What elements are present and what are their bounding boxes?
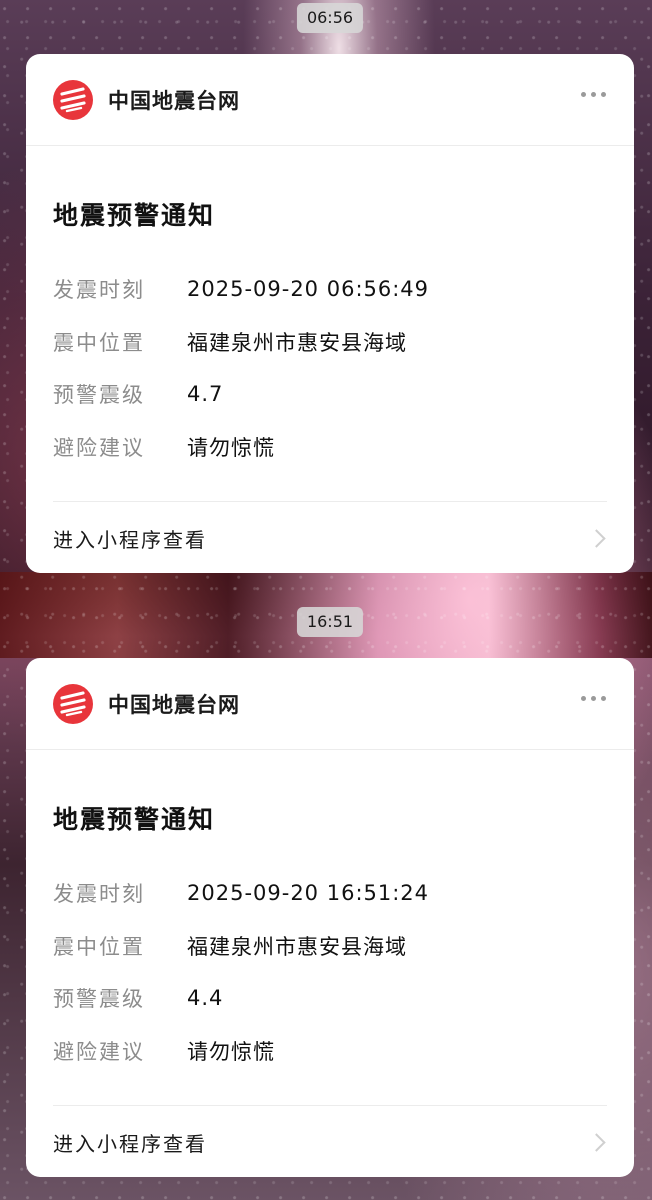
detail-row-location: 震中位置 福建泉州市惠安县海域	[53, 920, 607, 973]
card-header: 中国地震台网	[26, 54, 634, 146]
card-header: 中国地震台网	[26, 658, 634, 750]
detail-row-time: 发震时刻 2025-09-20 16:51:24	[53, 867, 607, 920]
org-name[interactable]: 中国地震台网	[108, 689, 240, 719]
open-mini-program-link[interactable]: 进入小程序查看	[53, 1106, 607, 1177]
detail-label: 避险建议	[53, 435, 145, 460]
detail-value: 2025-09-20 06:56:49	[187, 277, 430, 302]
message-timestamp: 06:56	[296, 3, 364, 33]
detail-row-magnitude: 预警震级 4.7	[53, 368, 607, 421]
chevron-right-icon	[587, 1132, 606, 1152]
detail-row-magnitude: 预警震级 4.4	[53, 972, 607, 1025]
detail-label: 避险建议	[53, 1039, 145, 1064]
footer-label: 进入小程序查看	[53, 1131, 207, 1156]
detail-value: 4.7	[187, 382, 224, 407]
seismic-logo-icon[interactable]	[53, 683, 93, 724]
service-message-card[interactable]: 中国地震台网 地震预警通知 发震时刻 2025-09-20 16:51:24 震…	[26, 658, 634, 1177]
detail-list: 发震时刻 2025-09-20 16:51:24 震中位置 福建泉州市惠安县海域…	[53, 867, 607, 1077]
detail-value: 福建泉州市惠安县海域	[187, 934, 407, 959]
open-mini-program-link[interactable]: 进入小程序查看	[53, 502, 607, 573]
card-body: 地震预警通知 发震时刻 2025-09-20 06:56:49 震中位置 福建泉…	[26, 198, 634, 573]
detail-label: 发震时刻	[53, 882, 145, 907]
more-dots-icon[interactable]	[581, 92, 606, 97]
seismic-logo-icon[interactable]	[53, 79, 93, 120]
detail-row-advice: 避险建议 请勿惊慌	[53, 421, 607, 474]
detail-value: 福建泉州市惠安县海域	[187, 330, 407, 355]
detail-row-time: 发震时刻 2025-09-20 06:56:49	[53, 263, 607, 316]
org-name[interactable]: 中国地震台网	[108, 85, 240, 115]
detail-row-advice: 避险建议 请勿惊慌	[53, 1025, 607, 1078]
detail-value: 4.4	[187, 986, 224, 1011]
chevron-right-icon	[587, 528, 606, 548]
detail-label: 震中位置	[53, 330, 145, 355]
detail-label: 震中位置	[53, 934, 145, 959]
detail-value: 2025-09-20 16:51:24	[187, 881, 430, 906]
detail-label: 预警震级	[53, 383, 145, 408]
detail-row-location: 震中位置 福建泉州市惠安县海域	[53, 316, 607, 369]
detail-list: 发震时刻 2025-09-20 06:56:49 震中位置 福建泉州市惠安县海域…	[53, 263, 607, 473]
notice-title: 地震预警通知	[53, 201, 216, 230]
card-body: 地震预警通知 发震时刻 2025-09-20 16:51:24 震中位置 福建泉…	[26, 802, 634, 1177]
message-timestamp: 16:51	[296, 607, 364, 637]
footer-label: 进入小程序查看	[53, 527, 207, 552]
detail-label: 预警震级	[53, 987, 145, 1012]
notice-title: 地震预警通知	[53, 805, 216, 834]
detail-value: 请勿惊慌	[187, 435, 275, 460]
more-dots-icon[interactable]	[581, 696, 606, 701]
service-message-card[interactable]: 中国地震台网 地震预警通知 发震时刻 2025-09-20 06:56:49 震…	[26, 54, 634, 573]
detail-value: 请勿惊慌	[187, 1039, 275, 1064]
detail-label: 发震时刻	[53, 278, 145, 303]
